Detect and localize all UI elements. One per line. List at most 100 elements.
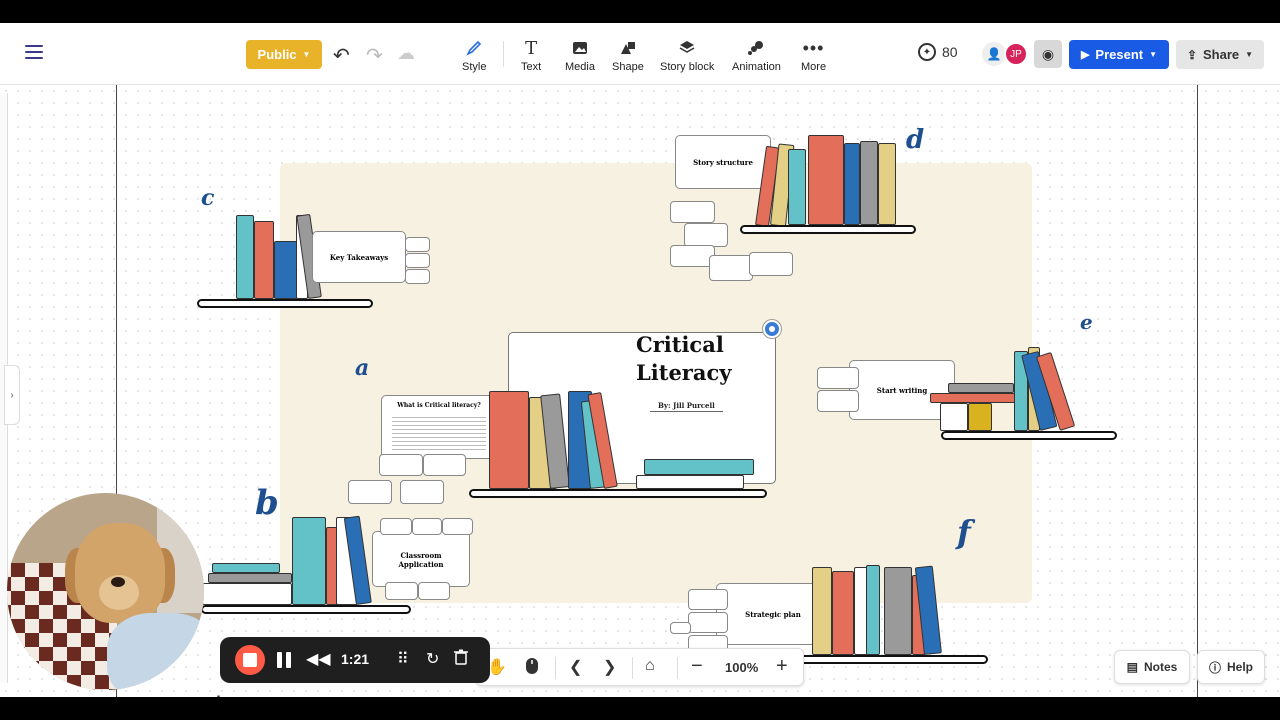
subtopic-card[interactable] — [684, 223, 728, 247]
tool-label: Story block — [660, 61, 715, 73]
notes-button[interactable]: ▤ Notes — [1114, 650, 1190, 684]
book — [489, 391, 529, 489]
visibility-label: Public — [257, 47, 297, 62]
subtopic-card[interactable] — [385, 582, 418, 600]
book — [808, 135, 844, 225]
subtopic-card[interactable] — [423, 454, 466, 476]
present-button[interactable]: ▶ Present ▼ — [1069, 40, 1169, 69]
home-icon[interactable]: ⌂ — [645, 657, 655, 675]
tool-shape[interactable]: Shape — [612, 37, 644, 73]
layers-icon — [679, 37, 695, 59]
tool-label: Text — [521, 61, 542, 73]
chevron-down-icon: ▼ — [1245, 50, 1254, 59]
share-icon: ⇪ — [1186, 47, 1197, 62]
subtopic-card[interactable] — [405, 253, 430, 268]
topic-card-story-structure[interactable]: Story structure — [675, 135, 771, 189]
credits-counter[interactable]: ✦ 80 — [918, 43, 958, 61]
subtopic-card[interactable] — [412, 518, 442, 535]
nav-divider — [632, 657, 633, 679]
subtopic-card[interactable] — [749, 252, 793, 276]
subtopic-card[interactable] — [442, 518, 473, 535]
help-button[interactable]: ⓘ Help — [1197, 650, 1265, 684]
stop-recording-button[interactable] — [235, 645, 265, 675]
tool-style[interactable]: Style — [462, 37, 486, 73]
tool-label: More — [801, 61, 827, 73]
zoom-in-icon[interactable]: + — [776, 655, 788, 678]
top-toolbar: Public ▼ ↶ ↷ ☁ Style T Text Media Shape … — [0, 23, 1280, 85]
book — [202, 583, 292, 605]
book — [884, 567, 912, 655]
book — [968, 403, 992, 431]
visibility-button[interactable]: Public ▼ — [246, 40, 322, 69]
next-icon[interactable]: ❯ — [603, 657, 616, 677]
topic-card-key-takeaways[interactable]: Key Takeaways — [312, 231, 406, 283]
book — [644, 459, 754, 475]
topic-card-what-is-critical-literacy[interactable]: What is Critical literacy? — [381, 395, 497, 459]
book — [212, 563, 280, 573]
tool-more[interactable]: ••• More — [801, 37, 827, 74]
toolbar-divider — [503, 41, 504, 67]
book — [636, 475, 744, 489]
chevron-down-icon: ▼ — [1149, 50, 1158, 59]
topic-card-classroom-application[interactable]: Classroom Application — [372, 531, 470, 587]
avatar[interactable]: JP — [1004, 42, 1028, 66]
bookshelf — [197, 299, 373, 308]
restart-icon[interactable]: ↻ — [426, 649, 439, 669]
zoom-out-icon[interactable]: − — [691, 655, 703, 678]
nav-divider — [555, 657, 556, 679]
subtopic-card[interactable] — [418, 582, 450, 600]
subtopic-card[interactable] — [817, 367, 859, 389]
add-collaborator-icon[interactable]: 👤 — [982, 42, 1006, 66]
subtopic-card[interactable] — [709, 255, 753, 281]
book — [878, 143, 896, 225]
grid-icon[interactable]: ⠿ — [397, 649, 409, 669]
shape-icon — [620, 37, 636, 59]
book — [832, 571, 854, 655]
subtopic-card[interactable] — [379, 454, 423, 476]
menu-icon[interactable] — [25, 45, 43, 59]
app-window: Public ▼ ↶ ↷ ☁ Style T Text Media Shape … — [0, 23, 1280, 697]
book — [948, 383, 1014, 393]
title-line: Critical — [636, 332, 724, 357]
book — [860, 141, 878, 225]
subtopic-card[interactable] — [348, 480, 392, 504]
subtopic-card[interactable] — [670, 622, 691, 634]
presentation-canvas[interactable]: › c d e a b f Key Takeaways Story struct… — [0, 85, 1280, 697]
bookshelf — [201, 605, 411, 614]
subtopic-card[interactable] — [380, 518, 412, 535]
expand-panel-icon[interactable]: › — [4, 365, 20, 425]
preview-eye-icon[interactable]: ◉ — [1034, 40, 1062, 68]
bookshelf — [469, 489, 767, 498]
topic-letter-c: c — [201, 185, 215, 211]
undo-icon[interactable]: ↶ — [333, 43, 350, 68]
webcam-preview[interactable] — [7, 493, 204, 690]
subtopic-card[interactable] — [405, 237, 430, 252]
subtopic-card[interactable] — [405, 269, 430, 284]
trash-icon[interactable] — [454, 649, 468, 670]
notes-icon: ▤ — [1126, 660, 1138, 674]
tool-media[interactable]: Media — [565, 37, 595, 73]
location-pin-icon[interactable] — [763, 320, 781, 338]
redo-icon[interactable]: ↷ — [366, 43, 383, 68]
bookshelf — [782, 655, 988, 664]
subtopic-card[interactable] — [688, 589, 728, 610]
tool-animation[interactable]: Animation — [732, 37, 781, 73]
book — [844, 143, 860, 225]
webcam-towel — [107, 613, 204, 690]
subtopic-card[interactable] — [688, 612, 728, 633]
image-icon — [572, 37, 588, 59]
mouse-icon[interactable] — [525, 657, 539, 680]
rewind-icon[interactable]: ◀◀ — [306, 649, 331, 669]
subtopic-card[interactable] — [817, 390, 859, 412]
card-title: Story structure — [693, 158, 753, 167]
subtopic-card[interactable] — [400, 480, 444, 504]
play-icon: ▶ — [1080, 49, 1090, 61]
topic-letter-b: b — [255, 483, 279, 523]
subtopic-card[interactable] — [670, 201, 715, 223]
pause-icon[interactable] — [277, 652, 291, 668]
previous-icon[interactable]: ❮ — [569, 657, 582, 677]
share-button[interactable]: ⇪ Share ▼ — [1176, 40, 1264, 69]
tool-text[interactable]: T Text — [521, 37, 542, 74]
tool-story-block[interactable]: Story block — [660, 37, 714, 73]
card-title: Classroom Application — [398, 551, 444, 569]
